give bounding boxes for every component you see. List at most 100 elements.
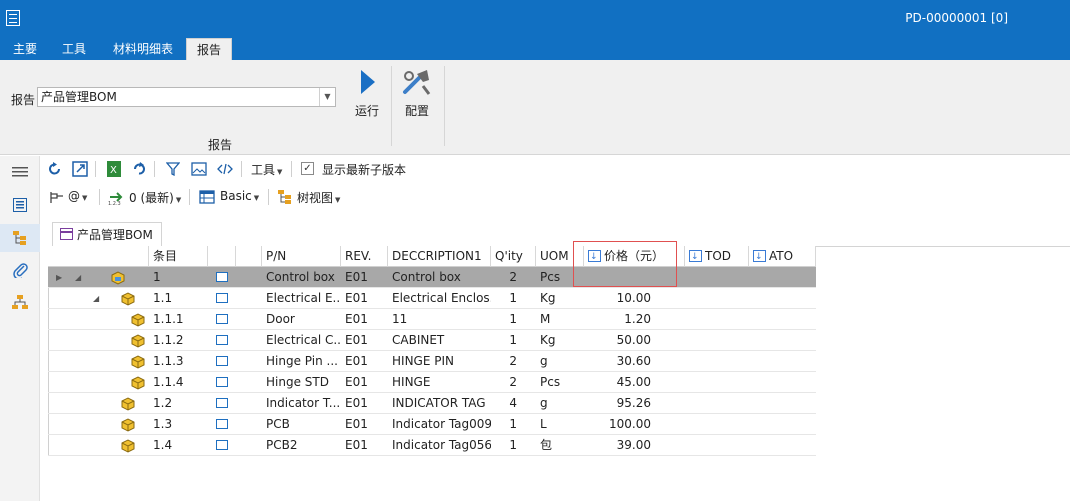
chevron-down-icon: ▼ [175,196,182,204]
cell-pn: PCB [266,417,290,431]
treeview-dropdown[interactable]: 树视图 ▼ [297,189,340,206]
header-ato[interactable]: ATO [749,246,816,267]
toolbar-separator [291,161,292,177]
header-blank[interactable] [236,246,262,267]
document-icon[interactable] [216,293,228,303]
side-nav [0,156,40,501]
image-icon[interactable] [190,160,208,178]
header-item[interactable]: 条目 [149,246,208,267]
toolbar-separator [268,189,269,205]
cell-price: 50.00 [616,333,651,347]
table-row[interactable]: 1.2 Indicator T... E01 INDICATOR TAG 4 g 95.26 [48,393,816,414]
run-button[interactable]: 运行 [347,66,387,122]
table-row[interactable]: 1.1.2 Electrical C... E01 CABINET 1 Kg 50.00 [48,330,816,351]
refresh-icon[interactable] [46,160,64,178]
at-dropdown[interactable]: @ ▼ [68,189,87,203]
cell-rev: E01 [345,375,368,389]
collapse-icon[interactable]: ◢ [75,267,81,288]
hierarchy-icon[interactable] [0,288,40,316]
cell-pn: Hinge STD [266,375,329,389]
hamburger-menu-icon[interactable] [0,158,40,186]
tab-bom[interactable]: 材料明细表 [103,38,183,60]
document-icon[interactable] [216,335,228,345]
tab-tools[interactable]: 工具 [52,38,96,60]
cell-desc: HINGE [392,375,431,389]
document-icon[interactable] [216,272,228,282]
properties-icon[interactable] [0,191,40,219]
doc-tab-bom[interactable]: 产品管理BOM [52,222,162,246]
tree-view-icon[interactable] [276,188,294,206]
filter-icon[interactable] [164,160,182,178]
cell-uom: Kg [540,291,556,305]
tools-label: 工具 [251,163,276,177]
table-row[interactable]: 1.1.1 Door E01 11 1 M 1.20 [48,309,816,330]
app-menu-icon[interactable] [6,10,20,26]
basic-dropdown[interactable]: Basic ▼ [220,189,259,203]
cell-uom: g [540,396,548,410]
cell-rev: E01 [345,396,368,410]
play-icon [361,70,375,94]
collapse-icon[interactable]: ◢ [93,288,99,309]
version-label: 0 (最新) [129,191,174,205]
part-icon [131,376,145,390]
excel-export-icon[interactable]: X [105,160,123,178]
document-icon[interactable] [216,314,228,324]
header-icon[interactable] [208,246,236,267]
version-dropdown[interactable]: 0 (最新) ▼ [129,189,181,206]
chevron-down-icon: ▼ [82,194,88,202]
table-row[interactable]: ◢ 1.1 Electrical E... E01 Electrical Enclos.… [48,288,816,309]
header-tod[interactable]: TOD [685,246,749,267]
header-rev[interactable]: REV. [341,246,388,267]
version-icon[interactable]: 1.2.3 [108,188,126,206]
table-row[interactable]: ▶ ◢ 1 Control box E01 Control box 2 Pcs [48,267,816,288]
attachment-icon[interactable] [0,256,40,284]
header-desc[interactable]: DECCRIPTION1 [388,246,491,267]
config-button[interactable]: 配置 [397,66,437,122]
document-icon[interactable] [216,440,228,450]
code-icon[interactable] [216,160,234,178]
cell-rev: E01 [345,312,368,326]
cell-uom: M [540,312,551,326]
table-row[interactable]: 1.1.4 Hinge STD E01 HINGE 2 Pcs 45.00 [48,372,816,393]
report-select[interactable]: 产品管理BOM ▼ [37,87,336,107]
chevron-down-icon[interactable]: ▼ [319,88,335,106]
header-tod-label: TOD [705,249,732,263]
table-row[interactable]: 1.3 PCB E01 Indicator Tag009 1 L 100.00 [48,414,816,435]
table-row[interactable]: 1.4 PCB2 E01 Indicator Tag056 1 包 39.00 [48,435,816,456]
cell-uom: Pcs [540,375,561,389]
view-layout-icon[interactable] [198,188,216,206]
baseline-icon[interactable] [48,188,66,206]
cell-price: 95.26 [616,396,651,410]
cell-pn: Door [266,312,295,326]
report-label: 报告 [11,93,36,107]
document-icon[interactable] [216,356,228,366]
chevron-down-icon: ▼ [253,194,260,202]
redo-icon[interactable] [130,160,148,178]
table-row[interactable]: 1.1.3 Hinge Pin ... E01 HINGE PIN 2 g 30.60 [48,351,816,372]
basic-label: Basic [220,189,252,203]
cell-pn: PCB2 [266,438,298,452]
structure-tree-icon[interactable] [0,224,40,252]
open-external-icon[interactable] [71,160,89,178]
cell-item: 1 [153,270,161,284]
tools-dropdown[interactable]: 工具 ▼ [251,161,282,178]
header-pn[interactable]: P/N [262,246,341,267]
document-icon[interactable] [216,377,228,387]
cell-qty: 2 [509,375,517,389]
cell-pn: Electrical C... [266,333,341,347]
toolbar-secondary: @ ▼ 1.2.3 0 (最新) ▼ Basic ▼ 树视图 ▼ [40,184,1070,210]
cell-desc: Electrical Enclos... [392,291,491,305]
cell-item: 1.1.1 [153,312,184,326]
row-selector-icon[interactable]: ▶ [56,267,62,288]
document-icon[interactable] [216,419,228,429]
tab-main[interactable]: 主要 [3,38,47,60]
sort-icon [753,247,766,266]
header-qty[interactable]: Q'ity [491,246,536,267]
document-icon[interactable] [216,398,228,408]
show-latest-checkbox[interactable]: ✓ [301,162,314,175]
config-label: 配置 [404,104,429,118]
tab-report[interactable]: 报告 [186,38,233,60]
ribbon-group-label: 报告 [208,138,233,152]
sort-icon [689,247,702,266]
part-icon [121,292,135,306]
